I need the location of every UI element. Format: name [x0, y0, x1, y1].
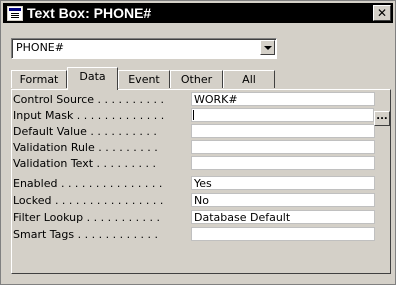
properties-window: Text Box: PHONE# ✕ PHONE# Format Data Ev…	[0, 0, 396, 285]
tab-all[interactable]: All	[223, 70, 275, 88]
property-label: Control Source . . . . . . . . . .	[13, 93, 164, 106]
validation-rule-field[interactable]	[191, 140, 375, 154]
title-bar[interactable]: Text Box: PHONE# ✕	[3, 3, 393, 23]
property-label: Validation Text . . . . . . . . .	[13, 157, 156, 170]
validation-text-field[interactable]	[191, 156, 375, 170]
property-label: Input Mask . . . . . . . . . . . . .	[13, 109, 165, 122]
property-label: Default Value . . . . . . . . . .	[13, 125, 157, 138]
default-value-field[interactable]	[191, 124, 375, 138]
property-row-locked: Locked . . . . . . . . . . . . . . . . N…	[13, 193, 375, 209]
property-row-validation-rule: Validation Rule . . . . . . . . .	[13, 140, 375, 156]
tab-format[interactable]: Format	[11, 70, 67, 88]
tab-data[interactable]: Data	[67, 67, 118, 90]
control-source-field[interactable]: WORK#	[191, 92, 375, 106]
property-label: Filter Lookup . . . . . . . . . . .	[13, 211, 161, 224]
filter-lookup-field[interactable]: Database Default	[191, 210, 375, 224]
property-row-input-mask: Input Mask . . . . . . . . . . . . .	[13, 108, 374, 124]
tab-other[interactable]: Other	[170, 70, 223, 88]
property-label: Enabled . . . . . . . . . . . . . . .	[13, 177, 163, 190]
property-row-enabled: Enabled . . . . . . . . . . . . . . . Ye…	[13, 176, 375, 192]
object-selector-value: PHONE#	[16, 41, 64, 54]
smart-tags-field[interactable]	[191, 227, 375, 241]
locked-field[interactable]: No	[191, 193, 375, 207]
dropdown-arrow-icon[interactable]	[260, 40, 275, 55]
build-button[interactable]: ...	[374, 111, 390, 126]
property-row-smart-tags: Smart Tags . . . . . . . . . . . .	[13, 227, 375, 243]
object-selector[interactable]: PHONE#	[11, 38, 277, 59]
property-label: Validation Rule . . . . . . . . .	[13, 141, 158, 154]
tab-event[interactable]: Event	[118, 70, 170, 88]
property-tabs: Format Data Event Other All	[11, 67, 391, 90]
property-row-filter-lookup: Filter Lookup . . . . . . . . . . . Data…	[13, 210, 375, 226]
property-row-validation-text: Validation Text . . . . . . . . .	[13, 156, 375, 172]
property-label: Smart Tags . . . . . . . . . . . .	[13, 228, 159, 241]
close-button[interactable]: ✕	[373, 5, 391, 21]
window-title: Text Box: PHONE#	[27, 5, 152, 21]
text-cursor	[193, 110, 194, 120]
properties-sheet-icon	[7, 6, 23, 21]
enabled-field[interactable]: Yes	[191, 176, 375, 190]
property-label: Locked . . . . . . . . . . . . . . . .	[13, 194, 164, 207]
property-row-default-value: Default Value . . . . . . . . . .	[13, 124, 375, 140]
property-row-control-source: Control Source . . . . . . . . . . WORK#	[13, 92, 375, 108]
input-mask-field[interactable]	[191, 108, 374, 122]
